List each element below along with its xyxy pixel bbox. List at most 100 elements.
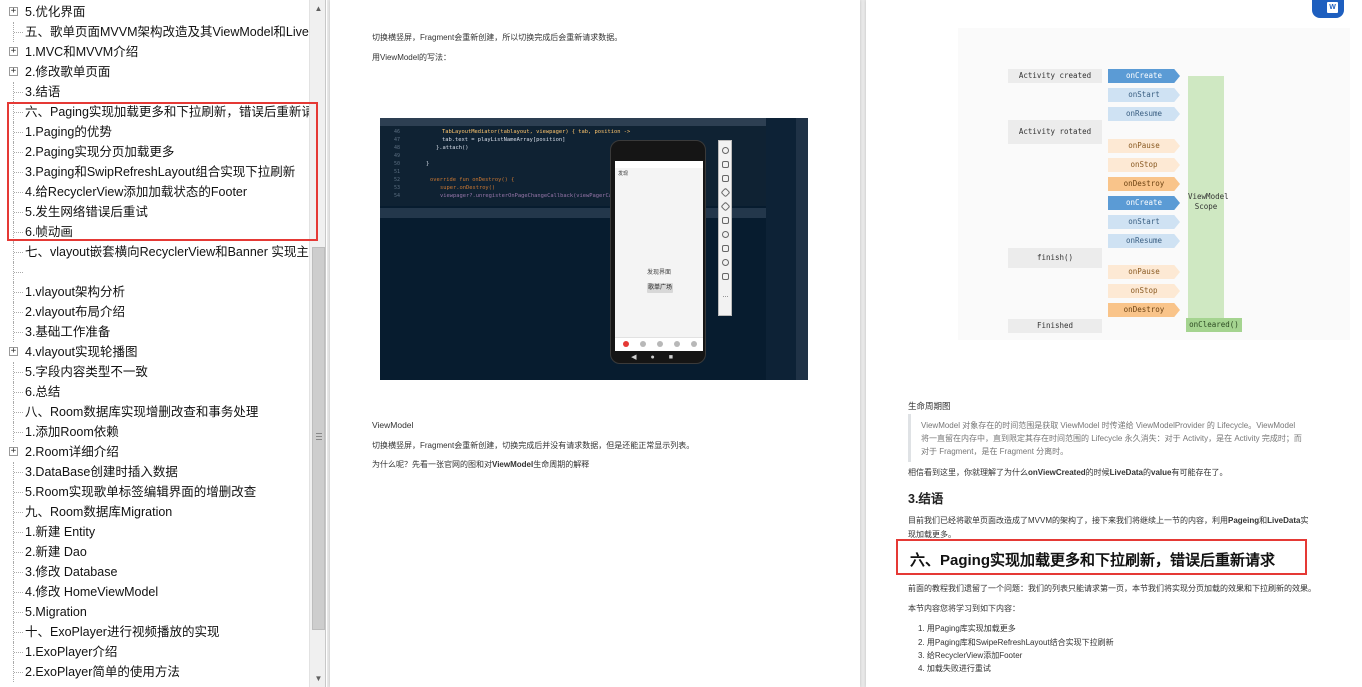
section-subtitle: ViewModel [372,420,414,430]
power-icon [722,147,729,154]
tree-connector [13,282,23,302]
tree-connector [13,502,23,522]
paragraph: 相信看到这里，你就理解了为什么onViewCreated的时候LiveData的… [908,468,1228,477]
outline-item[interactable]: +4.vlayout实现轮播图 [0,342,309,362]
paragraph: 本节内容您将学习到如下内容： [908,604,1020,613]
tab-icon [657,341,663,347]
outline-item-label: 2.新建 Dao [25,545,87,559]
outline-item-label: 3.基础工作准备 [25,325,111,339]
phone-page-label: 发现界面 [646,270,671,276]
scrollbar-thumb[interactable] [312,247,325,630]
code-line: viewpager?.unregisterOnPageChangeCallbac… [440,193,619,199]
tree-connector [13,22,23,42]
ide-screenshot: 46 47 48 49 50 51 52 53 54 TabLayoutMedi… [380,118,808,380]
tree-connector [13,482,23,502]
tree-connector [13,382,23,402]
list-item: 3. 给RecyclerView添加Footer [918,651,1023,660]
outline-item-label: 2.ExoPlayer简单的使用方法 [25,665,180,679]
outline-item[interactable]: +2.修改歌单页面 [0,62,309,82]
ide-side-toolbar [796,118,808,380]
state-label: Activity created [1008,69,1102,83]
quote-line: ViewModel 对象存在的时间范围是获取 ViewModel 时传递给 Vi… [921,421,1296,430]
tree-connector [13,462,23,482]
list-item: 1. 用Paging库实现加载更多 [918,624,1016,633]
overview-icon [722,273,729,280]
outline-item[interactable]: 七、vlayout嵌套横向RecyclerView和Banner 实现主 [0,242,309,262]
tree-connector [13,422,23,442]
document-page-right: W Activity created Activity rotated fini… [866,0,1362,687]
tree-connector [13,302,23,322]
tree-connector [13,562,23,582]
phone-toolbar-title: 发现 [618,171,629,177]
outline-item[interactable]: 4.修改 HomeViewModel [0,582,309,602]
tree-connector [13,242,23,262]
expand-plus-icon[interactable]: + [9,347,18,356]
lifecycle-callback: onPause [1108,265,1180,279]
paragraph: 切换横竖屏，Fragment会重新创建，切换完成后并没有请求数据，但是还能正常显… [372,441,695,450]
expand-plus-icon[interactable]: + [9,47,18,56]
outline-item[interactable]: 3.结语 [0,82,309,102]
viewmodel-scope-bar: ViewModel Scope [1188,76,1229,321]
home-icon [722,259,729,266]
outline-item[interactable]: 3.DataBase创建时插入数据 [0,462,309,482]
lifecycle-callback: onResume [1108,107,1180,121]
expand-plus-icon[interactable]: + [9,67,18,76]
outline-item[interactable]: 八、Room数据库实现增删改查和事务处理 [0,402,309,422]
outline-item-label: 八、Room数据库实现增删改查和事务处理 [25,405,259,419]
oncleared-label: onCleared() [1186,318,1242,332]
outline-item[interactable]: 1.vlayout架构分析 [0,282,309,302]
outline-item[interactable]: +5.优化界面 [0,2,309,22]
tree-connector [13,322,23,342]
expand-plus-icon[interactable]: + [9,7,18,16]
outline-item[interactable]: 十、ExoPlayer进行视频播放的实现 [0,622,309,642]
outline-item-label: 2.vlayout布局介绍 [25,305,126,319]
outline-item[interactable]: 1.新建 Entity [0,522,309,542]
outline-item-label: 1.vlayout架构分析 [25,285,126,299]
outline-item[interactable]: 5.Room实现歌单标签编辑界面的增删改查 [0,482,309,502]
scroll-up-arrow-icon[interactable]: ▲ [310,0,325,17]
phone-playlist-button: 歌单广场 [647,283,673,293]
outline-item[interactable]: 5.Migration [0,602,309,622]
outline-item-label: 5.Room实现歌单标签编辑界面的增删改查 [25,485,257,499]
document-page-left: 切换横竖屏，Fragment会重新创建，所以切换完成后会重新请求数据。 用Vie… [330,0,860,687]
lifecycle-callback: onStart [1108,88,1180,102]
outline-item-label: 五、歌单页面MVVM架构改造及其ViewModel和Live [25,25,309,39]
outline-item-label: 1.新建 Entity [25,525,96,539]
paragraph: 前面的教程我们遗留了一个问题：我们的列表只能请求第一页，本节我们将实现分页加载的… [908,584,1316,593]
outline-item[interactable]: +1.MVC和MVVM介绍 [0,42,309,62]
outline-item[interactable]: 九、Room数据库Migration [0,502,309,522]
lifecycle-callback: onPause [1108,139,1180,153]
outline-item[interactable]: 3.基础工作准备 [0,322,309,342]
outline-item-label: 3.DataBase创建时插入数据 [25,465,178,479]
word-app-icon[interactable]: W [1312,0,1344,18]
code-line: super.onDestroy() [440,185,496,191]
outline-item[interactable]: 6.总结 [0,382,309,402]
lifecycle-callback: onDestroy [1108,303,1180,317]
outline-item[interactable]: 五、歌单页面MVVM架构改造及其ViewModel和Live [0,22,309,42]
lifecycle-callback: onStart [1108,215,1180,229]
outline-item[interactable]: 2.ExoPlayer简单的使用方法 [0,662,309,682]
tab-icon [623,341,629,347]
list-item: 4. 加载失败进行重试 [918,664,991,673]
scroll-down-arrow-icon[interactable]: ▼ [310,670,325,687]
outline-item-label: 1.ExoPlayer介绍 [25,645,118,659]
outline-item[interactable]: 2.vlayout布局介绍 [0,302,309,322]
lifecycle-callback: onStop [1108,284,1180,298]
document-outline-pane: +5.优化界面五、歌单页面MVVM架构改造及其ViewModel和Live +1.… [0,0,326,687]
outline-item-label: 5.优化界面 [25,5,86,19]
outline-item[interactable]: 5.字段内容类型不一致 [0,362,309,382]
expand-plus-icon[interactable]: + [9,447,18,456]
tree-connector [13,542,23,562]
outline-item[interactable]: 3.修改 Database [0,562,309,582]
outline-item[interactable] [0,262,309,282]
outline-item[interactable]: 2.新建 Dao [0,542,309,562]
code-line: override fun onDestroy() { [430,177,515,183]
list-item: 2. 用Paging库和SwipeRefreshLayout结合实现下拉刷新 [918,638,1114,647]
outline-item[interactable]: +2.Room详细介绍 [0,442,309,462]
quote-line: 对于 Fragment，是在 Fragment 分离时。 [921,447,1069,456]
outline-item[interactable]: 1.ExoPlayer介绍 [0,642,309,662]
section-heading: 3.结语 [908,492,944,506]
outline-item[interactable]: 1.添加Room依赖 [0,422,309,442]
emulator-toolbar: … [718,140,732,316]
tree-connector [13,602,23,622]
